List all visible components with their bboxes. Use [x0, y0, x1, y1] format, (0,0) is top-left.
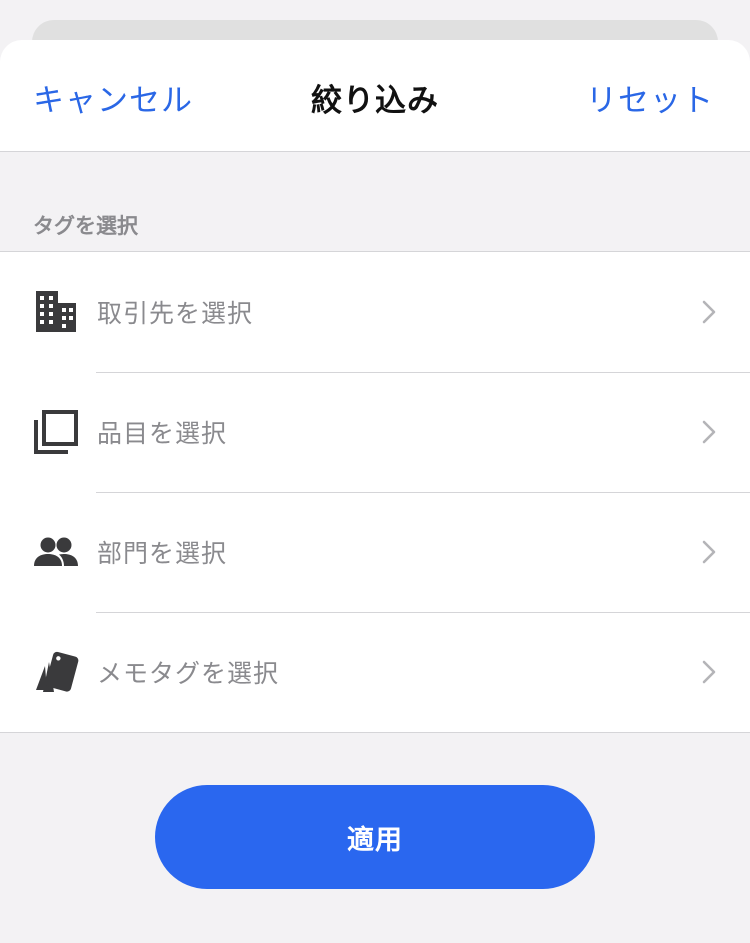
tag-cards-icon	[33, 650, 79, 694]
apply-button[interactable]: 適用	[155, 785, 595, 889]
select-partner-row[interactable]: 取引先を選択	[0, 252, 750, 372]
building-icon	[33, 290, 79, 334]
memo-tag-placeholder: メモタグを選択	[97, 659, 280, 688]
chevron-right-icon	[702, 420, 716, 444]
select-memo-tag-row[interactable]: メモタグを選択	[0, 612, 750, 732]
chevron-right-icon	[702, 660, 716, 684]
section-label: タグを選択	[33, 214, 138, 238]
select-item-row[interactable]: 品目を選択	[0, 372, 750, 492]
reset-button[interactable]: リセット	[586, 75, 714, 120]
department-placeholder: 部門を選択	[97, 539, 228, 568]
partner-placeholder: 取引先を選択	[97, 299, 254, 328]
chevron-right-icon	[702, 540, 716, 564]
item-placeholder: 品目を選択	[97, 419, 228, 448]
tag-list: 取引先を選択 品目を選択 部門を選択 メモタグを選択	[0, 251, 750, 733]
sheet-header: キャンセル 絞り込み リセット	[0, 40, 750, 152]
item-stack-icon	[33, 410, 79, 454]
select-department-row[interactable]: 部門を選択	[0, 492, 750, 612]
chevron-right-icon	[702, 300, 716, 324]
filter-sheet: キャンセル 絞り込み リセット タグを選択 取引先を選択 品目を選択 部門を選択…	[0, 40, 750, 943]
people-icon	[33, 530, 79, 574]
